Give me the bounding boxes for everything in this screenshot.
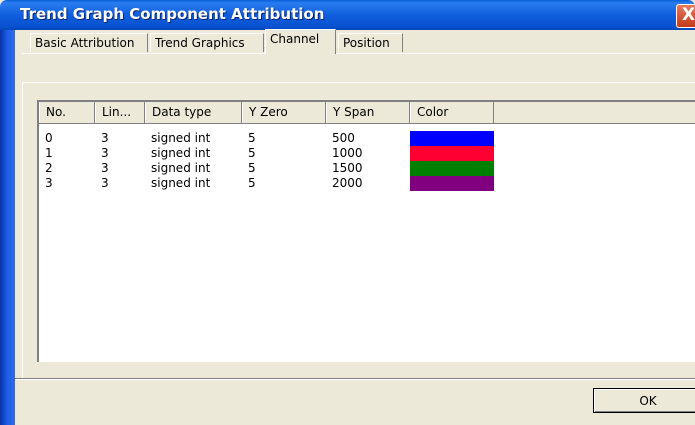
- cell-line: 3: [101, 176, 109, 190]
- cell-y-zero: 5: [248, 146, 256, 160]
- tab-basic-attribution[interactable]: Basic Attribution: [30, 33, 148, 52]
- header-label: Color: [417, 105, 449, 119]
- cell-y-span: 500: [332, 131, 355, 145]
- table-row[interactable]: 3 3 signed int 5 2000: [39, 176, 695, 191]
- cell-no: 2: [45, 161, 53, 175]
- column-header-y-span[interactable]: Y Span: [326, 102, 410, 123]
- close-button[interactable]: X: [676, 4, 695, 28]
- cell-data-type: signed int: [151, 131, 211, 145]
- color-swatch[interactable]: [410, 161, 494, 176]
- list-header: No. Lin... Data type Y Zero Y Span Color: [39, 102, 695, 124]
- cell-data-type: signed int: [151, 176, 211, 190]
- tab-trend-graphics[interactable]: Trend Graphics: [150, 33, 264, 52]
- column-header-line[interactable]: Lin...: [95, 102, 145, 123]
- tab-label: Basic Attribution: [35, 36, 135, 50]
- cell-no: 1: [45, 146, 53, 160]
- color-swatch[interactable]: [410, 146, 494, 161]
- channel-list[interactable]: No. Lin... Data type Y Zero Y Span Color…: [37, 100, 695, 362]
- header-label: No.: [46, 105, 66, 119]
- close-icon: X: [682, 5, 695, 25]
- column-header-no[interactable]: No.: [39, 102, 95, 123]
- tab-label: Trend Graphics: [155, 36, 245, 50]
- cell-line: 3: [101, 146, 109, 160]
- color-swatch[interactable]: [410, 176, 494, 191]
- tab-label: Position: [343, 36, 390, 50]
- header-label: Lin...: [102, 105, 132, 119]
- window-title: Trend Graph Component Attribution: [20, 5, 325, 23]
- cell-y-zero: 5: [248, 161, 256, 175]
- column-header-data-type[interactable]: Data type: [145, 102, 242, 123]
- window-frame-left: [0, 30, 15, 425]
- cell-no: 3: [45, 176, 53, 190]
- cell-data-type: signed int: [151, 161, 211, 175]
- cell-line: 3: [101, 161, 109, 175]
- column-header-y-zero[interactable]: Y Zero: [242, 102, 326, 123]
- cell-y-span: 1000: [332, 146, 363, 160]
- cell-data-type: signed int: [151, 146, 211, 160]
- bottom-separator-highlight: [15, 379, 695, 380]
- color-swatch[interactable]: [410, 131, 494, 146]
- header-label: Y Zero: [249, 105, 288, 119]
- header-label: Data type: [152, 105, 212, 119]
- tab-channel[interactable]: Channel: [265, 29, 336, 54]
- cell-y-span: 2000: [332, 176, 363, 190]
- tab-strip-line: [22, 53, 695, 54]
- table-row[interactable]: 1 3 signed int 5 1000: [39, 146, 695, 161]
- cell-y-zero: 5: [248, 176, 256, 190]
- header-label: Y Span: [333, 105, 375, 119]
- table-row[interactable]: 2 3 signed int 5 1500: [39, 161, 695, 176]
- tab-label: Channel: [270, 32, 320, 46]
- cell-line: 3: [101, 131, 109, 145]
- title-bar: Trend Graph Component Attribution X: [0, 0, 695, 30]
- table-row[interactable]: 0 3 signed int 5 500: [39, 131, 695, 146]
- cell-no: 0: [45, 131, 53, 145]
- column-header-color[interactable]: Color: [410, 102, 494, 123]
- cell-y-zero: 5: [248, 131, 256, 145]
- cell-y-span: 1500: [332, 161, 363, 175]
- tab-position[interactable]: Position: [338, 33, 403, 52]
- ok-button[interactable]: OK: [593, 388, 695, 413]
